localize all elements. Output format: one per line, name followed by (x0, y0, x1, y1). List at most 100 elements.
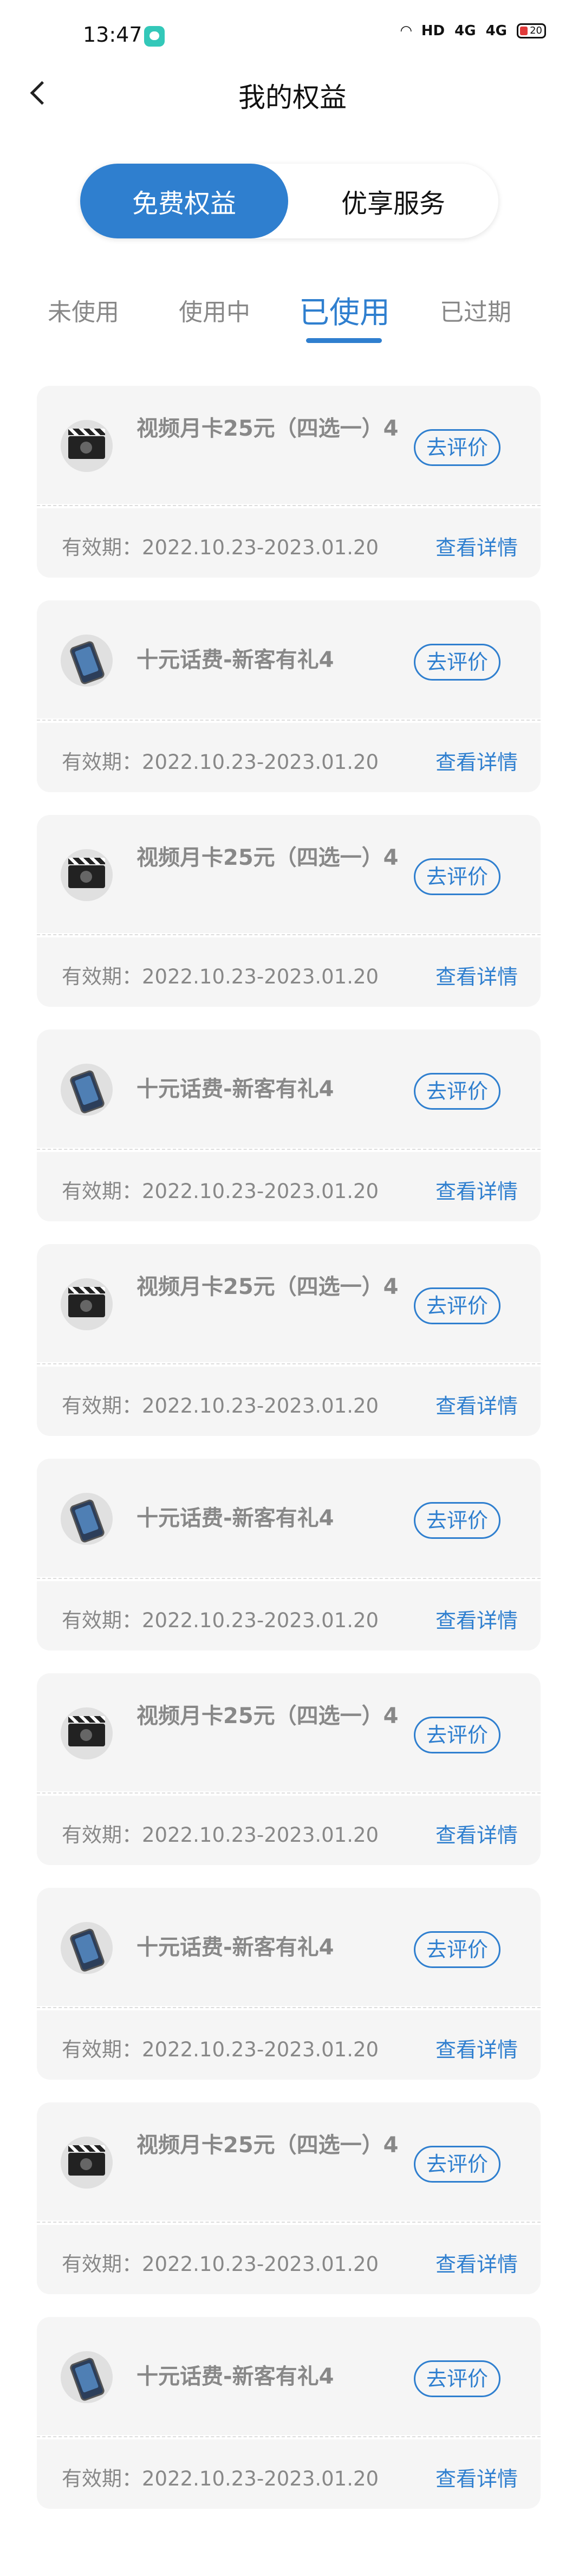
status-indicators: ◠ HD 4G 4G 20 (401, 23, 546, 39)
card-divider (37, 2222, 541, 2223)
benefit-name: 十元话费-新客有礼4 (136, 1506, 334, 1531)
rate-button[interactable]: 去评价 (414, 1717, 500, 1753)
card-divider (37, 505, 541, 506)
benefit-name: 视频月卡25元（四选一）4 (136, 1704, 399, 1729)
validity-dates: 2022.10.23-2023.01.20 (142, 2038, 379, 2061)
view-details-link[interactable]: 查看详情 (435, 2248, 518, 2277)
view-details-link[interactable]: 查看详情 (435, 960, 518, 990)
status-time: 13:47 (83, 23, 142, 47)
validity-label: 有效期： (62, 2038, 142, 2061)
card-divider (37, 1792, 541, 1794)
validity-dates: 2022.10.23-2023.01.20 (142, 750, 379, 774)
validity-label: 有效期： (62, 2467, 142, 2490)
battery-icon: 20 (517, 23, 546, 38)
benefit-name: 十元话费-新客有礼4 (136, 648, 334, 672)
benefit-name: 十元话费-新客有礼4 (136, 2364, 334, 2389)
validity-label: 有效期： (62, 1823, 142, 1847)
validity-dates: 2022.10.23-2023.01.20 (142, 1180, 379, 1203)
film-clapper-icon (61, 1707, 113, 1759)
benefit-card: 十元话费-新客有礼4 去评价有效期：2022.10.23-2023.01.20 查看… (37, 600, 541, 792)
validity-dates: 2022.10.23-2023.01.20 (142, 536, 379, 559)
view-details-link[interactable]: 查看详情 (435, 746, 518, 775)
benefit-card: 十元话费-新客有礼4 去评价有效期：2022.10.23-2023.01.20 查看… (37, 1888, 541, 2080)
benefit-name: 十元话费-新客有礼4 (136, 1935, 334, 1960)
validity-text: 有效期：2022.10.23-2023.01.20 (62, 2462, 379, 2491)
view-details-link[interactable]: 查看详情 (435, 1389, 518, 1419)
status-tabs: 未使用 使用中 已使用 已过期 (0, 293, 585, 347)
benefit-card: 视频月卡25元（四选一）4 去评价有效期：2022.10.23-2023.01.2… (37, 386, 541, 578)
phone-icon (61, 2351, 113, 2403)
rate-button[interactable]: 去评价 (414, 2360, 500, 2397)
validity-text: 有效期：2022.10.23-2023.01.20 (62, 531, 379, 560)
phone-icon (61, 1922, 113, 1974)
validity-label: 有效期： (62, 1394, 142, 1418)
validity-label: 有效期： (62, 1609, 142, 1632)
card-divider (37, 2436, 541, 2437)
rate-button[interactable]: 去评价 (414, 1287, 500, 1324)
rate-button[interactable]: 去评价 (414, 2146, 500, 2183)
benefit-name: 视频月卡25元（四选一）4 (136, 845, 399, 870)
rate-button[interactable]: 去评价 (414, 429, 500, 466)
benefit-card: 十元话费-新客有礼4 去评价有效期：2022.10.23-2023.01.20 查看… (37, 1030, 541, 1221)
validity-label: 有效期： (62, 965, 142, 988)
benefit-card: 十元话费-新客有礼4 去评价有效期：2022.10.23-2023.01.20 查看… (37, 2317, 541, 2509)
validity-text: 有效期：2022.10.23-2023.01.20 (62, 1175, 379, 1204)
view-details-link[interactable]: 查看详情 (435, 1175, 518, 1205)
rate-button[interactable]: 去评价 (414, 1502, 500, 1539)
validity-label: 有效期： (62, 1180, 142, 1203)
validity-text: 有效期：2022.10.23-2023.01.20 (62, 746, 379, 775)
benefit-name: 视频月卡25元（四选一）4 (136, 1274, 399, 1299)
signal-icon-2: 4G (485, 23, 507, 39)
view-details-link[interactable]: 查看详情 (435, 2033, 518, 2063)
active-tab-indicator (306, 338, 382, 343)
validity-dates: 2022.10.23-2023.01.20 (142, 2467, 379, 2490)
wifi-icon: ◠ (400, 23, 412, 39)
view-details-link[interactable]: 查看详情 (435, 1604, 518, 1634)
card-divider (37, 1149, 541, 1150)
tab-unused[interactable]: 未使用 (48, 293, 119, 327)
card-divider (37, 1363, 541, 1364)
tab-used[interactable]: 已使用 (299, 288, 390, 332)
phone-icon (61, 1064, 113, 1116)
card-divider (37, 2007, 541, 2008)
view-details-link[interactable]: 查看详情 (435, 2462, 518, 2492)
rate-button[interactable]: 去评价 (414, 858, 500, 895)
benefit-card: 视频月卡25元（四选一）4 去评价有效期：2022.10.23-2023.01.2… (37, 1673, 541, 1865)
benefit-type-segment: 免费权益 优享服务 (80, 164, 498, 238)
validity-text: 有效期：2022.10.23-2023.01.20 (62, 1818, 379, 1848)
card-divider (37, 1578, 541, 1579)
validity-text: 有效期：2022.10.23-2023.01.20 (62, 1604, 379, 1633)
benefit-name: 十元话费-新客有礼4 (136, 1077, 334, 1102)
card-divider (37, 720, 541, 721)
film-clapper-icon (61, 1278, 113, 1330)
validity-dates: 2022.10.23-2023.01.20 (142, 1823, 379, 1847)
validity-label: 有效期： (62, 536, 142, 559)
validity-text: 有效期：2022.10.23-2023.01.20 (62, 960, 379, 989)
validity-dates: 2022.10.23-2023.01.20 (142, 965, 379, 988)
benefit-name: 视频月卡25元（四选一）4 (136, 416, 399, 441)
status-bar: 13:47 ◠ HD 4G 4G 20 (0, 0, 585, 70)
film-clapper-icon (61, 420, 113, 472)
tab-in-use[interactable]: 使用中 (179, 293, 250, 327)
tab-expired[interactable]: 已过期 (440, 293, 511, 327)
chat-app-icon (144, 26, 165, 47)
validity-label: 有效期： (62, 750, 142, 774)
film-clapper-icon (61, 2137, 113, 2189)
rate-button[interactable]: 去评价 (414, 644, 500, 681)
signal-icon-1: 4G (454, 23, 476, 39)
benefit-card: 视频月卡25元（四选一）4 去评价 有效期：2022.10.23-2023.01.2… (37, 2102, 541, 2294)
premium-services-tab[interactable]: 优享服务 (288, 164, 498, 238)
rate-button[interactable]: 去评价 (414, 1931, 500, 1968)
hd-badge: HD (421, 23, 445, 39)
validity-dates: 2022.10.23-2023.01.20 (142, 1394, 379, 1418)
page-title: 我的权益 (238, 82, 347, 113)
free-benefits-tab[interactable]: 免费权益 (80, 164, 288, 238)
benefit-card: 视频月卡25元（四选一）4 去评价有效期：2022.10.23-2023.01.2… (37, 815, 541, 1007)
film-clapper-icon (61, 849, 113, 901)
validity-text: 有效期：2022.10.23-2023.01.20 (62, 2248, 379, 2277)
card-divider (37, 934, 541, 935)
rate-button[interactable]: 去评价 (414, 1073, 500, 1110)
view-details-link[interactable]: 查看详情 (435, 1818, 518, 1848)
view-details-link[interactable]: 查看详情 (435, 531, 518, 561)
validity-text: 有效期：2022.10.23-2023.01.20 (62, 2033, 379, 2062)
